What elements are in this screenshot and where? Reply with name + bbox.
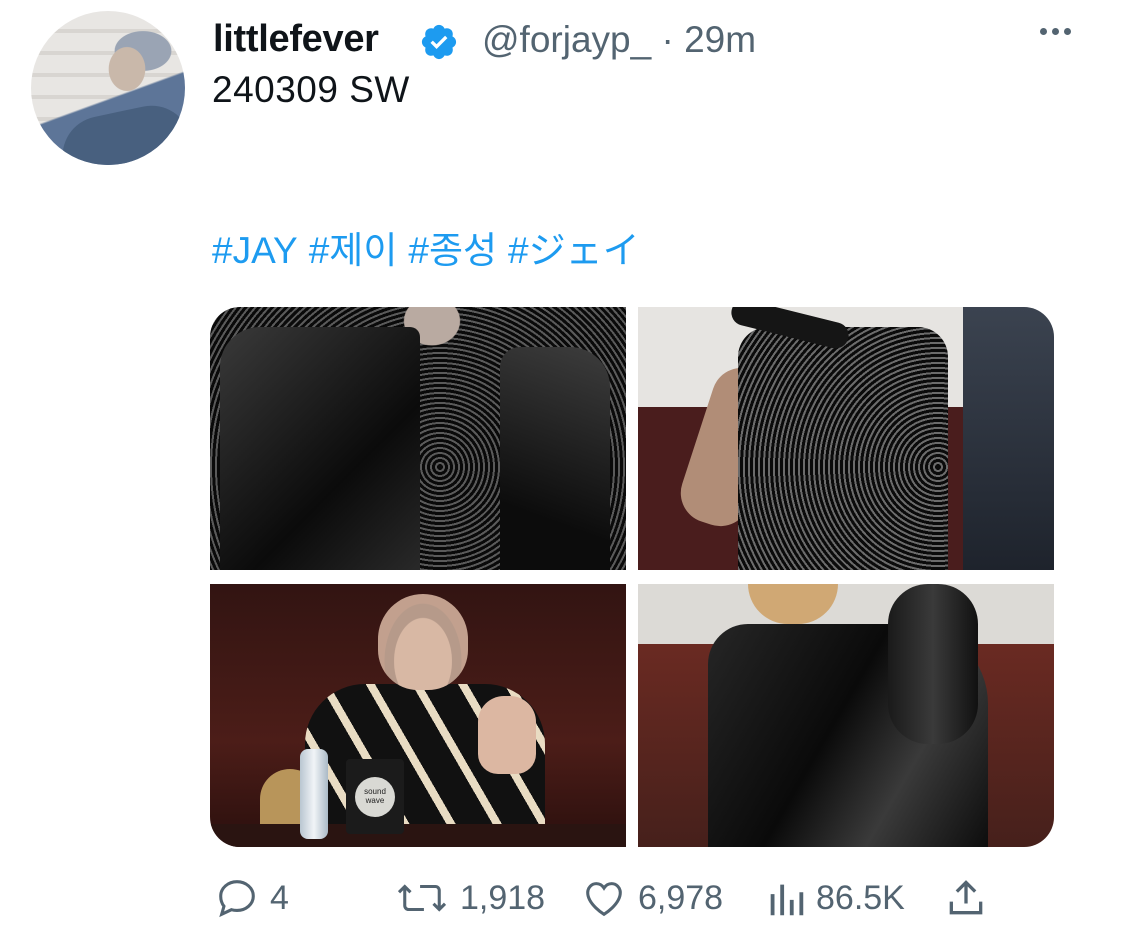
share-icon <box>949 880 983 915</box>
action-bar: 4 1,918 6,978 86.5K <box>0 870 1125 930</box>
retweet-count: 1,918 <box>460 878 546 917</box>
author-name[interactable]: littlefever <box>213 18 379 61</box>
verified-badge-icon <box>421 24 457 60</box>
share-button[interactable] <box>944 870 998 926</box>
hashtag[interactable]: #ジェイ <box>508 230 640 271</box>
hair-graphic <box>748 584 838 624</box>
photo-1[interactable] <box>210 307 626 570</box>
hashtag[interactable]: #제이 <box>309 230 398 271</box>
hashtags: #JAY #제이 #종성 #ジェイ <box>212 220 651 274</box>
tweet-text: 240309 SW <box>212 69 410 110</box>
like-count: 6,978 <box>638 878 724 917</box>
hashtag[interactable]: #JAY <box>212 230 298 271</box>
denim-graphic <box>963 307 1054 570</box>
author-handle[interactable]: @forjayp_ <box>482 19 651 60</box>
like-icon <box>586 882 622 917</box>
hashtag[interactable]: #종성 <box>408 230 497 271</box>
reply-icon <box>219 880 255 918</box>
views-count: 86.5K <box>816 878 905 917</box>
jacket-graphic <box>500 347 610 570</box>
hand-graphic <box>478 696 536 774</box>
media-grid: sound wave <box>210 307 1054 847</box>
head-graphic <box>378 594 468 690</box>
avatar[interactable] <box>31 11 185 165</box>
table-graphic <box>210 824 626 847</box>
bottle-graphic <box>300 749 328 839</box>
sign-text: sound wave <box>364 787 386 805</box>
retweet-button[interactable]: 1,918 <box>394 870 545 926</box>
sleeve-graphic <box>888 584 978 744</box>
photo-3[interactable]: sound wave <box>210 584 626 847</box>
reply-button[interactable]: 4 <box>214 870 289 926</box>
author-handle-and-time[interactable]: @forjayp_ · 29m <box>482 19 756 61</box>
separator: · <box>661 19 674 60</box>
retweet-icon <box>397 884 447 912</box>
reply-count: 4 <box>270 878 289 917</box>
more-options-icon[interactable] <box>1040 22 1080 52</box>
views-icon <box>770 884 804 916</box>
views-button[interactable]: 86.5K <box>766 870 905 926</box>
timestamp[interactable]: 29m <box>684 19 756 60</box>
like-button[interactable]: 6,978 <box>580 870 723 926</box>
photo-2[interactable] <box>638 307 1054 570</box>
knit-top-graphic <box>738 327 948 570</box>
jacket-graphic <box>220 327 420 570</box>
sound-wave-sign: sound wave <box>346 759 404 834</box>
photo-4[interactable] <box>638 584 1054 847</box>
